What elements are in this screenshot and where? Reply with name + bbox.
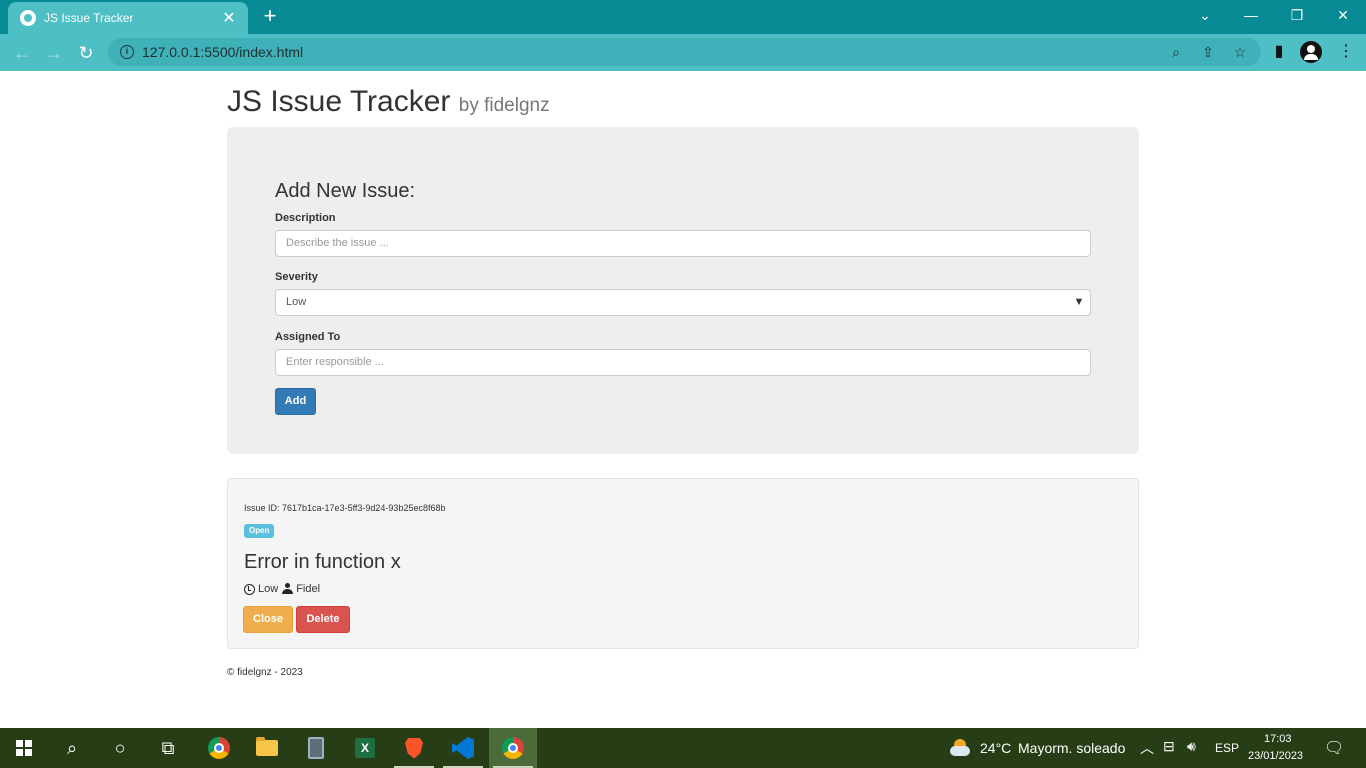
clock-icon [244, 583, 255, 595]
profile-avatar-icon[interactable] [1300, 41, 1322, 63]
footer-text: © fidelgnz - 2023 [227, 667, 303, 678]
description-placeholder: Describe the issue ... [286, 237, 389, 249]
weather-partly-sunny-icon[interactable] [950, 739, 970, 757]
taskbar-file-explorer[interactable] [243, 728, 291, 768]
windows-logo-icon [16, 740, 32, 756]
bookmark-star-icon[interactable]: ☆ [1231, 43, 1249, 61]
taskbar-chrome-active[interactable] [489, 728, 537, 768]
search-icon: ⌕ [66, 737, 78, 758]
language-indicator[interactable]: ESP [1215, 741, 1239, 755]
search-button[interactable]: ⌕ [48, 728, 96, 768]
page-subtitle: by fidelgnz [458, 95, 550, 116]
description-input[interactable]: Describe the issue ... [275, 230, 1091, 257]
issue-card: Issue ID: 7617b1ca-17e3-5ff3-9d24-93b25e… [227, 478, 1139, 649]
browser-tab[interactable]: JS Issue Tracker ✕ [8, 2, 248, 34]
taskbar-calculator[interactable] [292, 728, 340, 768]
taskbar: ⌕ ○ ⧉ X 24°C Mayorm. soleado ︿ ⊟ 🔊︎ ESP … [0, 728, 1366, 768]
task-view-button[interactable]: ⧉ [144, 728, 192, 768]
issue-severity: Low [258, 583, 279, 595]
brave-icon [405, 737, 423, 759]
add-button[interactable]: Add [275, 388, 316, 415]
issue-title: Error in function x [244, 551, 401, 573]
zoom-icon[interactable]: ⌕ [1167, 43, 1185, 61]
page-title: JS Issue Tracker by fidelgnz [227, 85, 550, 119]
weather-temperature[interactable]: 24°C [980, 740, 1011, 756]
taskbar-brave[interactable] [390, 728, 438, 768]
cortana-circle-icon: ○ [114, 737, 126, 758]
browser-tab-bar: JS Issue Tracker ✕ + ⌄ — ❐ ✕ [0, 0, 1366, 34]
severity-selected-value: Low [286, 296, 307, 308]
form-heading: Add New Issue: [275, 180, 416, 202]
volume-icon[interactable]: 🔊︎ [1187, 738, 1196, 755]
forward-button[interactable]: → [41, 40, 67, 66]
calculator-icon [308, 737, 324, 759]
tab-title: JS Issue Tracker [44, 11, 134, 25]
chevron-up-icon[interactable]: ︿ [1140, 738, 1154, 758]
globe-icon [20, 10, 36, 26]
menu-kebab-icon[interactable]: ⋮ [1334, 40, 1358, 64]
user-icon [282, 583, 294, 595]
description-label: Description [275, 212, 336, 224]
taskbar-excel[interactable]: X [341, 728, 389, 768]
chrome-icon [208, 737, 230, 759]
delete-issue-button[interactable]: Delete [296, 606, 350, 633]
close-issue-button[interactable]: Close [243, 606, 293, 633]
url-text: 127.0.0.1:5500/index.html [142, 44, 304, 60]
issue-id: Issue ID: 7617b1ca-17e3-5ff3-9d24-93b25e… [244, 503, 446, 513]
taskbar-chrome[interactable] [195, 728, 243, 768]
chrome-icon [502, 737, 524, 759]
taskbar-vscode[interactable] [439, 728, 487, 768]
weather-description[interactable]: Mayorm. soleado [1018, 740, 1125, 756]
severity-select[interactable]: Low ▼ [275, 289, 1091, 316]
tab-search-icon[interactable]: ⌄ [1182, 0, 1228, 30]
cortana-button[interactable]: ○ [96, 728, 144, 768]
task-view-icon: ⧉ [161, 737, 175, 758]
reload-button[interactable]: ↻ [73, 40, 99, 66]
issue-assignee: Fidel [296, 583, 321, 595]
status-badge: Open [244, 524, 275, 538]
restore-button[interactable]: ❐ [1274, 0, 1320, 30]
vscode-icon [452, 737, 474, 759]
close-window-button[interactable]: ✕ [1320, 0, 1366, 30]
back-button[interactable]: ← [9, 40, 35, 66]
close-tab-icon[interactable]: ✕ [220, 8, 238, 28]
share-icon[interactable]: ⇪ [1199, 43, 1217, 61]
page-title-text: JS Issue Tracker [227, 85, 451, 118]
assigned-to-input[interactable]: Enter responsible ... [275, 349, 1091, 376]
new-tab-button[interactable]: + [258, 4, 282, 28]
assigned-to-label: Assigned To [275, 331, 341, 343]
assigned-to-placeholder: Enter responsible ... [286, 356, 384, 368]
browser-toolbar: ← → ↻ i 127.0.0.1:5500/index.html ⌕ ⇪ ☆ … [0, 34, 1366, 71]
network-icon[interactable]: ⊟ [1163, 738, 1175, 755]
start-button[interactable] [0, 728, 48, 768]
clock-time[interactable]: 17:03 [1264, 733, 1292, 745]
excel-icon: X [355, 738, 375, 758]
chevron-down-icon: ▼ [1073, 296, 1085, 308]
folder-icon [256, 737, 278, 756]
issue-meta: Low Fidel [244, 583, 320, 595]
address-bar[interactable]: i 127.0.0.1:5500/index.html ⌕ ⇪ ☆ [108, 38, 1261, 66]
minimize-button[interactable]: — [1228, 0, 1274, 30]
page-content: JS Issue Tracker by fidelgnz Add New Iss… [0, 71, 1366, 728]
clock-date[interactable]: 23/01/2023 [1248, 750, 1303, 762]
side-panel-icon[interactable]: ▮ [1267, 40, 1291, 64]
severity-label: Severity [275, 271, 318, 283]
add-issue-panel: Add New Issue: Description Describe the … [227, 127, 1139, 454]
notifications-icon[interactable]: 🗨︎ [1324, 738, 1344, 758]
info-icon[interactable]: i [120, 45, 134, 59]
